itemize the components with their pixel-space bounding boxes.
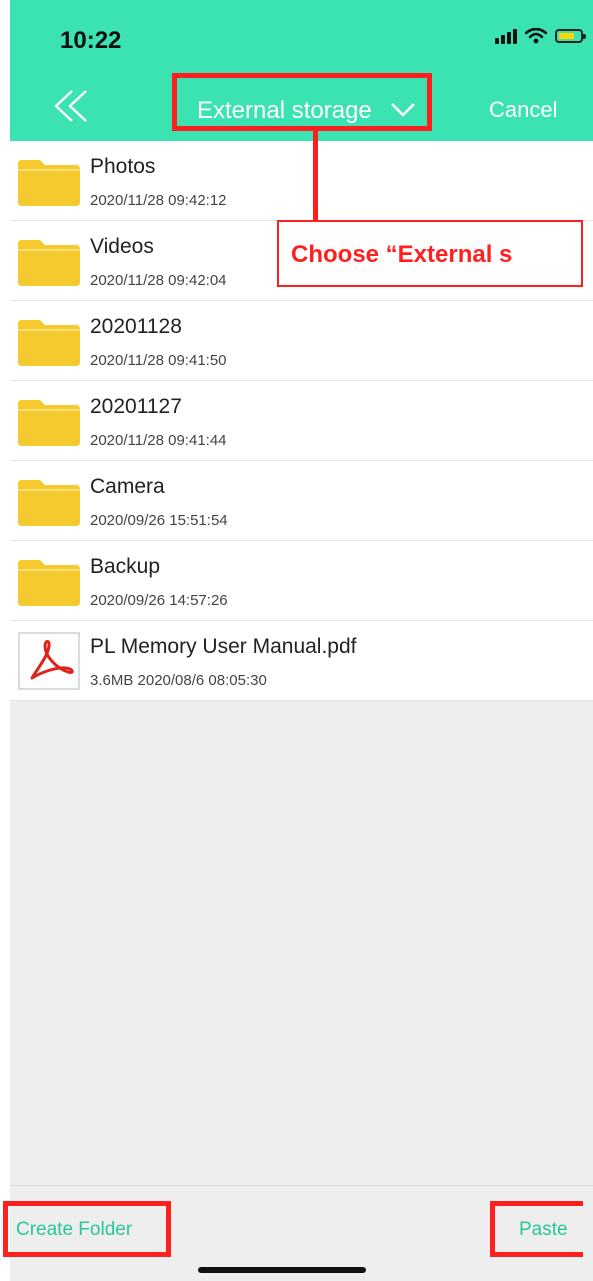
list-item[interactable]: 20201127 2020/11/28 09:41:44 — [10, 381, 593, 461]
status-icons — [495, 28, 586, 44]
cellular-signal-icon — [495, 28, 517, 44]
file-name: 20201127 — [90, 395, 182, 418]
create-folder-label: Create Folder — [16, 1219, 133, 1240]
file-name: 20201128 — [90, 315, 182, 338]
folder-icon — [18, 400, 80, 446]
file-size-date: 3.6MB 2020/08/6 08:05:30 — [90, 672, 267, 689]
create-folder-button[interactable]: Create Folder — [3, 1201, 171, 1257]
file-date: 2020/11/28 09:41:50 — [90, 352, 227, 369]
cancel-button[interactable]: Cancel — [489, 97, 557, 123]
file-name: PL Memory User Manual.pdf — [90, 635, 357, 658]
list-item[interactable]: Camera 2020/09/26 15:51:54 — [10, 461, 593, 541]
double-chevron-left-icon[interactable] — [50, 88, 94, 124]
paste-button[interactable]: Paste — [490, 1201, 583, 1257]
file-name: Camera — [90, 475, 165, 498]
list-item[interactable]: 20201128 2020/11/28 09:41:50 — [10, 301, 593, 381]
pdf-file-icon — [18, 632, 80, 690]
folder-icon — [18, 320, 80, 366]
file-name: Videos — [90, 235, 154, 258]
title-highlight-box — [172, 73, 432, 131]
folder-icon — [18, 560, 80, 606]
paste-label: Paste — [519, 1219, 568, 1240]
file-name: Photos — [90, 155, 156, 178]
status-time: 10:22 — [60, 27, 122, 54]
file-date: 2020/09/26 14:57:26 — [90, 592, 228, 609]
list-item[interactable]: PL Memory User Manual.pdf 3.6MB 2020/08/… — [10, 621, 593, 701]
file-date: 2020/09/26 15:51:54 — [90, 512, 228, 529]
wifi-icon — [525, 28, 547, 44]
file-name: Backup — [90, 555, 161, 578]
folder-icon — [18, 160, 80, 206]
file-date: 2020/11/28 09:41:44 — [90, 432, 227, 449]
folder-icon — [18, 480, 80, 526]
file-date: 2020/11/28 09:42:12 — [90, 192, 227, 209]
file-date: 2020/11/28 09:42:04 — [90, 272, 227, 289]
battery-icon — [555, 29, 586, 43]
list-item[interactable]: Photos 2020/11/28 09:42:12 — [10, 141, 593, 221]
annotation-text: Choose “External s — [291, 241, 513, 268]
folder-icon — [18, 240, 80, 286]
list-item[interactable]: Backup 2020/09/26 14:57:26 — [10, 541, 593, 621]
phone-screen: 10:22 External storage Cancel Photos 202… — [10, 0, 593, 1281]
annotation-callout: Choose “External s — [277, 220, 583, 287]
annotation-connector-line — [313, 131, 318, 224]
home-indicator[interactable] — [198, 1267, 366, 1273]
